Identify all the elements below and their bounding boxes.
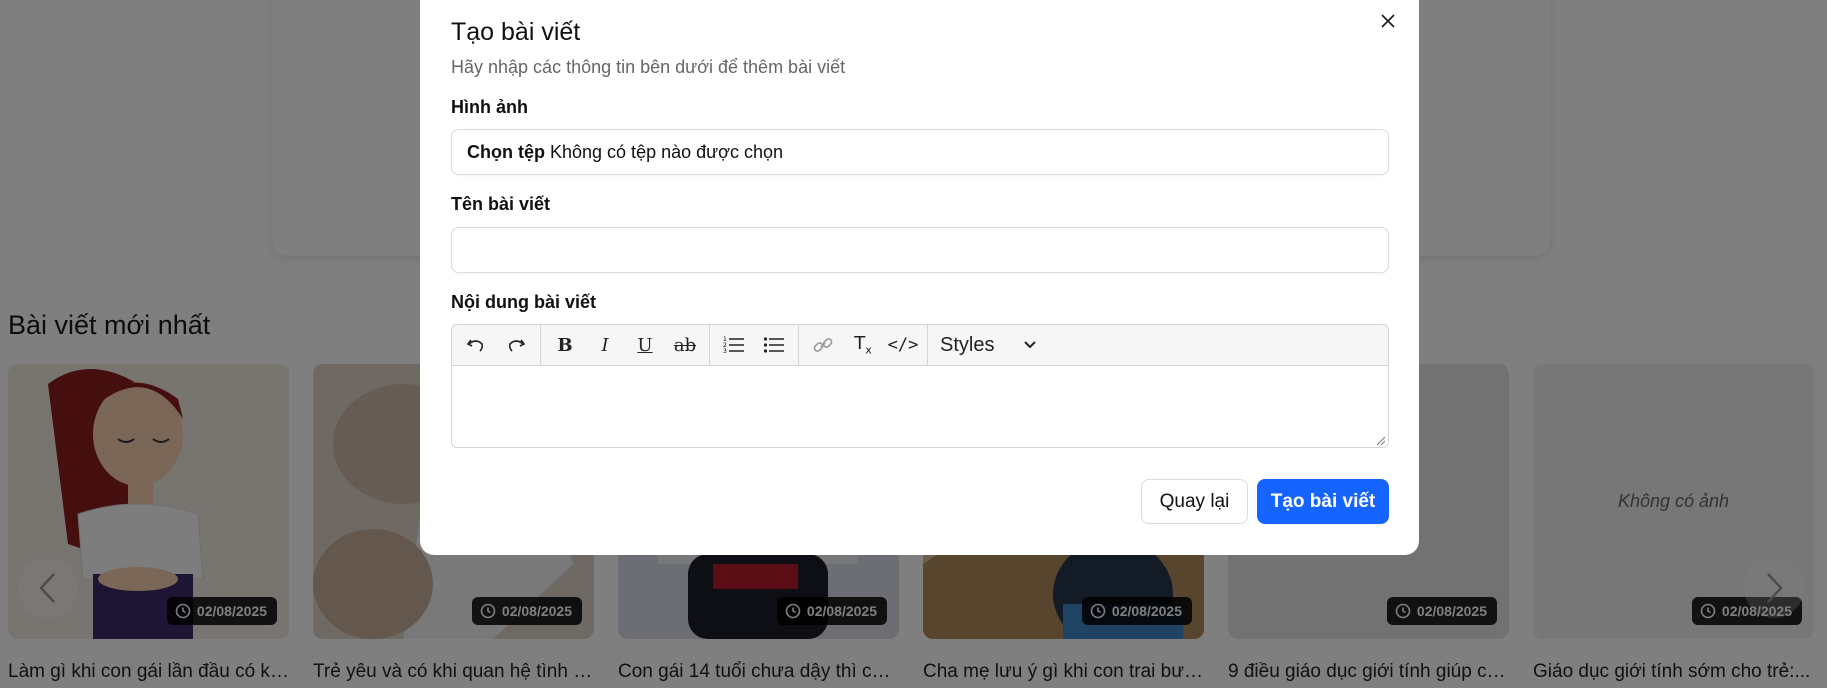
underline-button[interactable]: U <box>625 329 665 361</box>
chevron-down-icon <box>1024 341 1037 349</box>
create-post-button[interactable]: Tạo bài viết <box>1257 479 1389 524</box>
history-group <box>452 325 541 365</box>
bulleted-list-button[interactable] <box>754 329 794 361</box>
post-name-label: Tên bài viết <box>451 194 551 214</box>
modal-title: Tạo bài viết <box>451 18 581 46</box>
source-code-button[interactable]: </> <box>883 329 923 361</box>
choose-file-button[interactable]: Chọn tệp <box>467 142 545 163</box>
rich-text-editor: B I U ab 123 Tx </> Styles <box>451 324 1389 448</box>
bold-button[interactable]: B <box>545 329 585 361</box>
list-group: 123 <box>710 325 799 365</box>
underline-icon: U <box>637 334 653 356</box>
create-post-modal: Tạo bài viết Hãy nhập các thông tin bên … <box>420 0 1419 555</box>
misc-group: Tx </> <box>799 325 928 365</box>
numbered-list-icon: 123 <box>723 336 744 355</box>
back-button[interactable]: Quay lại <box>1141 479 1248 524</box>
numbered-list-button[interactable]: 123 <box>714 329 754 361</box>
image-file-input[interactable]: Chọn tệp Không có tệp nào được chọn <box>451 129 1389 175</box>
styles-label: Styles <box>940 333 995 356</box>
redo-icon <box>508 339 526 352</box>
close-button[interactable] <box>1375 8 1401 34</box>
editor-content-area[interactable] <box>452 366 1388 447</box>
remove-format-button[interactable]: Tx <box>843 329 883 361</box>
strikethrough-button[interactable]: ab <box>665 329 705 361</box>
undo-button[interactable] <box>456 329 496 361</box>
resize-handle-icon[interactable] <box>1376 436 1386 446</box>
remove-format-icon: Tx <box>854 333 872 357</box>
svg-text:3: 3 <box>723 348 727 355</box>
bulleted-list-icon <box>763 337 784 353</box>
file-status: Không có tệp nào được chọn <box>550 141 784 162</box>
redo-button[interactable] <box>496 329 536 361</box>
italic-icon: I <box>601 334 609 356</box>
strikethrough-icon: ab <box>673 334 697 356</box>
source-code-icon: </> <box>887 335 919 355</box>
modal-subtitle: Hãy nhập các thông tin bên dưới để thêm … <box>451 57 846 77</box>
italic-button[interactable]: I <box>585 329 625 361</box>
styles-dropdown[interactable]: Styles <box>932 334 1044 357</box>
close-icon <box>1381 14 1395 28</box>
post-name-input[interactable] <box>451 227 1389 273</box>
content-label: Nội dung bài viết <box>451 292 597 312</box>
link-icon <box>813 338 833 352</box>
link-button[interactable] <box>803 329 843 361</box>
format-group: B I U ab <box>541 325 710 365</box>
image-label: Hình ảnh <box>451 97 528 117</box>
undo-icon <box>466 339 484 352</box>
bold-icon: B <box>557 334 573 356</box>
styles-group: Styles <box>928 325 1048 365</box>
editor-toolbar: B I U ab 123 Tx </> Styles <box>452 325 1388 366</box>
